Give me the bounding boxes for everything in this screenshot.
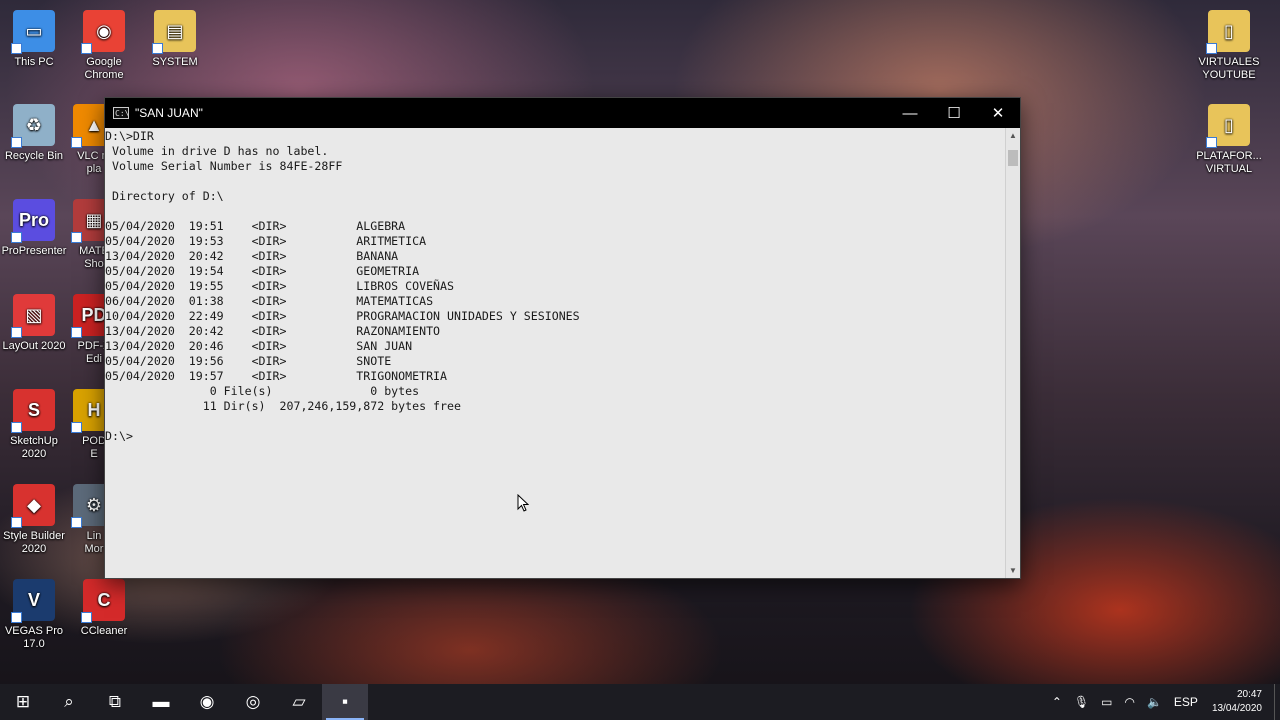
scroll-up-icon[interactable]: ▲ [1006, 128, 1020, 143]
desktop-icon-label: This PC [14, 56, 54, 68]
style-builder-icon: ◆ [11, 484, 55, 528]
console-line: Volume in drive D has no label. [105, 144, 329, 158]
clock-time: 20:47 [1236, 689, 1262, 700]
console-line: D:\>DIR [105, 129, 154, 143]
window-title: "SAN JUAN" [135, 106, 203, 120]
taskbar: ⊞ ⌕ ⧉ ▬ ◉ ◎ ▱ ▪ ⌃ 🎙 ▭ ◠ 🔈 ESP 20:47 13/04/2020 [0, 684, 1280, 720]
console-line: D:\> [105, 429, 133, 443]
taskbar-file-explorer-button[interactable]: ▬ [138, 684, 184, 720]
clock-date: 13/04/2020 [1211, 703, 1262, 714]
folder-icon: ▤ [152, 10, 196, 54]
command-prompt-window[interactable]: C:\ "SAN JUAN" — ☐ ✕ D:\>DIR Volume in d… [104, 97, 1021, 579]
battery-icon[interactable]: ▭ [1101, 695, 1112, 709]
console-line: Directory of D:\ [105, 189, 224, 203]
console-line: 11 Dir(s) 207,246,159,872 bytes free [105, 399, 461, 413]
desktop-icon-label: SYSTEM [152, 56, 198, 68]
console-line: 05/04/2020 19:55 <DIR> LIBROS COVEÑAS [105, 279, 455, 293]
vegas-icon: V [11, 579, 55, 623]
desktop-icon-label: Lin Mor [84, 530, 104, 555]
desktop-icon-label: CCleaner [80, 625, 128, 637]
desktop-icon-label: ProPresenter [1, 245, 67, 257]
file-explorer-icon: ▬ [152, 692, 170, 711]
taskbar-command-prompt-button[interactable]: ▪ [322, 684, 368, 720]
search-icon: ⌕ [64, 692, 74, 711]
system-tray: ⌃ 🎙 ▭ ◠ 🔈 ESP 20:47 13/04/2020 [1046, 684, 1280, 720]
windows-start-icon: ⊞ [15, 692, 31, 711]
propresenter-icon: Pro [11, 199, 55, 243]
desktop-icon-ccleaner-icon[interactable]: C CCleaner [68, 579, 140, 638]
scroll-down-icon[interactable]: ▼ [1006, 563, 1020, 578]
chrome-icon: ◉ [199, 692, 215, 711]
ccleaner-icon: C [81, 579, 125, 623]
close-button[interactable]: ✕ [976, 98, 1020, 128]
console-line: 05/04/2020 19:53 <DIR> ARITMETICA [105, 234, 427, 248]
console-line: 05/04/2020 19:56 <DIR> SNOTE [105, 354, 392, 368]
console-line: 0 File(s) 0 bytes [105, 384, 420, 398]
taskbar-chrome-button[interactable]: ◉ [184, 684, 230, 720]
console-line: 05/04/2020 19:51 <DIR> ALGEBRA [105, 219, 406, 233]
desktop-icon-chrome-icon[interactable]: ◉ Google Chrome [68, 10, 140, 82]
desktop-icon-folder-icon[interactable]: ▯ VIRTUALES YOUTUBE [1193, 10, 1265, 82]
clock[interactable]: 20:47 13/04/2020 [1212, 688, 1262, 716]
obs-icon: ◎ [245, 692, 261, 711]
console-line: 05/04/2020 19:57 <DIR> TRIGONOMETRIA [105, 369, 448, 383]
task-view-icon: ⧉ [108, 692, 122, 711]
desktop-icon-this-pc-icon[interactable]: ▭ This PC [0, 10, 70, 69]
vertical-scrollbar[interactable]: ▲ ▼ [1005, 128, 1020, 578]
sketchup-icon: S [11, 389, 55, 433]
minimize-button[interactable]: — [888, 98, 932, 128]
chrome-icon: ◉ [81, 10, 125, 54]
language-indicator[interactable]: ESP [1174, 695, 1198, 709]
notepad-icon: ▱ [292, 692, 306, 711]
command-prompt-icon: C:\ [113, 107, 130, 119]
this-pc-icon: ▭ [11, 10, 55, 54]
desktop-icon-label: VEGAS Pro 17.0 [4, 625, 64, 650]
maximize-button[interactable]: ☐ [932, 98, 976, 128]
console-output[interactable]: D:\>DIR Volume in drive D has no label. … [105, 128, 1005, 578]
desktop-icon-label: PLATAFOR... VIRTUAL [1196, 150, 1262, 175]
taskbar-search-button[interactable]: ⌕ [46, 684, 92, 720]
desktop-icon-label: POD E [82, 435, 106, 460]
console-line: 05/04/2020 19:54 <DIR> GEOMETRIA [105, 264, 420, 278]
console-line: 10/04/2020 22:49 <DIR> PROGRAMACION UNID… [105, 309, 580, 323]
folder-icon: ▯ [1206, 10, 1250, 54]
show-desktop-button[interactable] [1274, 684, 1280, 720]
console-line: 13/04/2020 20:42 <DIR> RAZONAMIENTO [105, 324, 441, 338]
desktop-icon-label: Style Builder 2020 [3, 530, 65, 555]
folder-icon: ▯ [1206, 104, 1250, 148]
mouse-cursor-icon [517, 494, 529, 512]
taskbar-obs-button[interactable]: ◎ [230, 684, 276, 720]
recycle-bin-icon: ♻ [11, 104, 55, 148]
command-prompt-icon: ▪ [341, 692, 349, 711]
window-titlebar[interactable]: C:\ "SAN JUAN" — ☐ ✕ [105, 98, 1020, 128]
taskbar-notepad-button[interactable]: ▱ [276, 684, 322, 720]
layout-icon: ▧ [11, 294, 55, 338]
console-line: 13/04/2020 20:42 <DIR> BANANA [105, 249, 399, 263]
desktop-icon-label: LayOut 2020 [2, 340, 66, 352]
console-line: Volume Serial Number is 84FE-28FF [105, 159, 343, 173]
console-line: 13/04/2020 20:46 <DIR> SAN JUAN [105, 339, 413, 353]
microphone-icon[interactable]: 🎙 [1074, 695, 1089, 709]
console-line: 06/04/2020 01:38 <DIR> MATEMATICAS [105, 294, 434, 308]
taskbar-task-view-button[interactable]: ⧉ [92, 684, 138, 720]
wifi-icon[interactable]: ◠ [1124, 695, 1134, 709]
scrollbar-thumb[interactable] [1008, 150, 1018, 166]
taskbar-windows-start-button[interactable]: ⊞ [0, 684, 46, 720]
desktop-icon-label: Google Chrome [84, 56, 124, 81]
desktop-icon-folder-icon[interactable]: ▤ SYSTEM [139, 10, 211, 69]
desktop-icon-folder-icon[interactable]: ▯ PLATAFOR... VIRTUAL [1193, 104, 1265, 176]
desktop-icon-label: Recycle Bin [4, 150, 64, 162]
desktop-icon-vegas-icon[interactable]: V VEGAS Pro 17.0 [0, 579, 70, 651]
volume-icon[interactable]: 🔈 [1147, 695, 1162, 709]
desktop-icon-label: VIRTUALES YOUTUBE [1198, 56, 1260, 81]
desktop-icon-label: SketchUp 2020 [10, 435, 58, 460]
chevron-up-icon[interactable]: ⌃ [1052, 695, 1062, 709]
